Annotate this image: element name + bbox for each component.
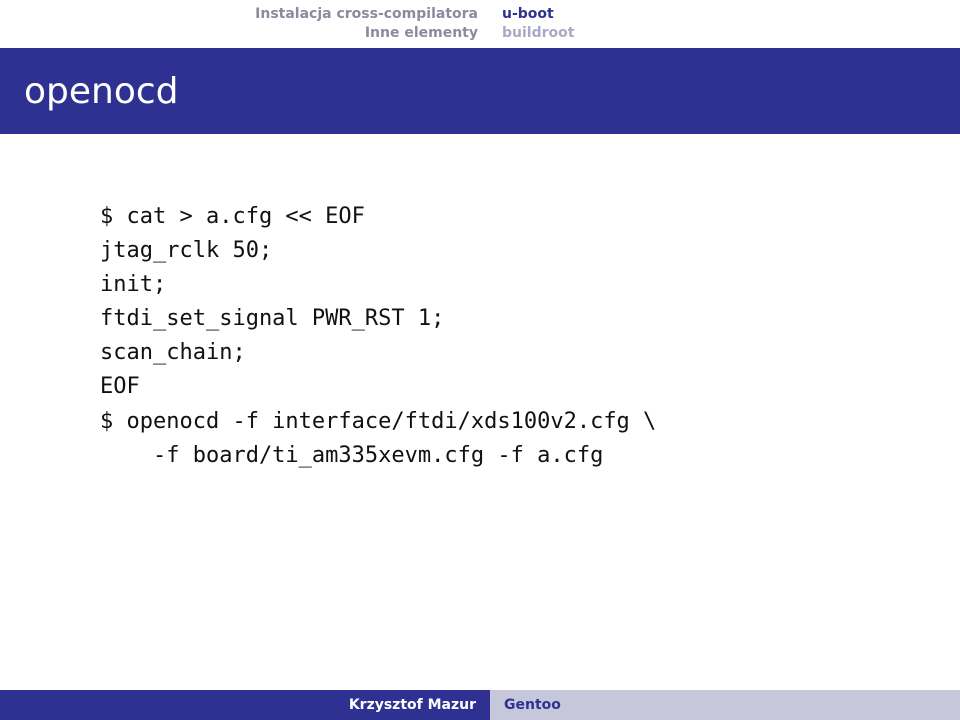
nav-subsection-active[interactable]: u-boot bbox=[502, 5, 554, 24]
code-line: -f board/ti_am335xevm.cfg -f a.cfg bbox=[100, 443, 603, 468]
nav-subsection-inactive[interactable]: buildroot bbox=[502, 24, 574, 43]
footer-author: Krzysztof Mazur bbox=[0, 690, 490, 720]
code-line: scan_chain; bbox=[100, 340, 246, 365]
footer-title: Gentoo bbox=[490, 690, 960, 720]
slide: Instalacja cross-compilatora Inne elemen… bbox=[0, 0, 960, 720]
code-line: ftdi_set_signal PWR_RST 1; bbox=[100, 306, 444, 331]
nav-sections-column: Instalacja cross-compilatora Inne elemen… bbox=[0, 0, 490, 48]
top-navigation: Instalacja cross-compilatora Inne elemen… bbox=[0, 0, 960, 48]
code-block: $ cat > a.cfg << EOF jtag_rclk 50; init;… bbox=[100, 200, 900, 473]
nav-section-2[interactable]: Inne elementy bbox=[365, 24, 478, 43]
footer-bar: Krzysztof Mazur Gentoo bbox=[0, 690, 960, 720]
nav-subsections-column: u-boot buildroot bbox=[490, 0, 574, 48]
code-line: $ openocd -f interface/ftdi/xds100v2.cfg… bbox=[100, 409, 656, 434]
slide-body: $ cat > a.cfg << EOF jtag_rclk 50; init;… bbox=[100, 200, 900, 473]
code-line: init; bbox=[100, 272, 166, 297]
slide-title: openocd bbox=[24, 71, 179, 112]
code-line: jtag_rclk 50; bbox=[100, 238, 272, 263]
code-line: $ cat > a.cfg << EOF bbox=[100, 204, 365, 229]
nav-section-1[interactable]: Instalacja cross-compilatora bbox=[255, 5, 478, 24]
code-line: EOF bbox=[100, 374, 140, 399]
title-bar: openocd bbox=[0, 48, 960, 134]
